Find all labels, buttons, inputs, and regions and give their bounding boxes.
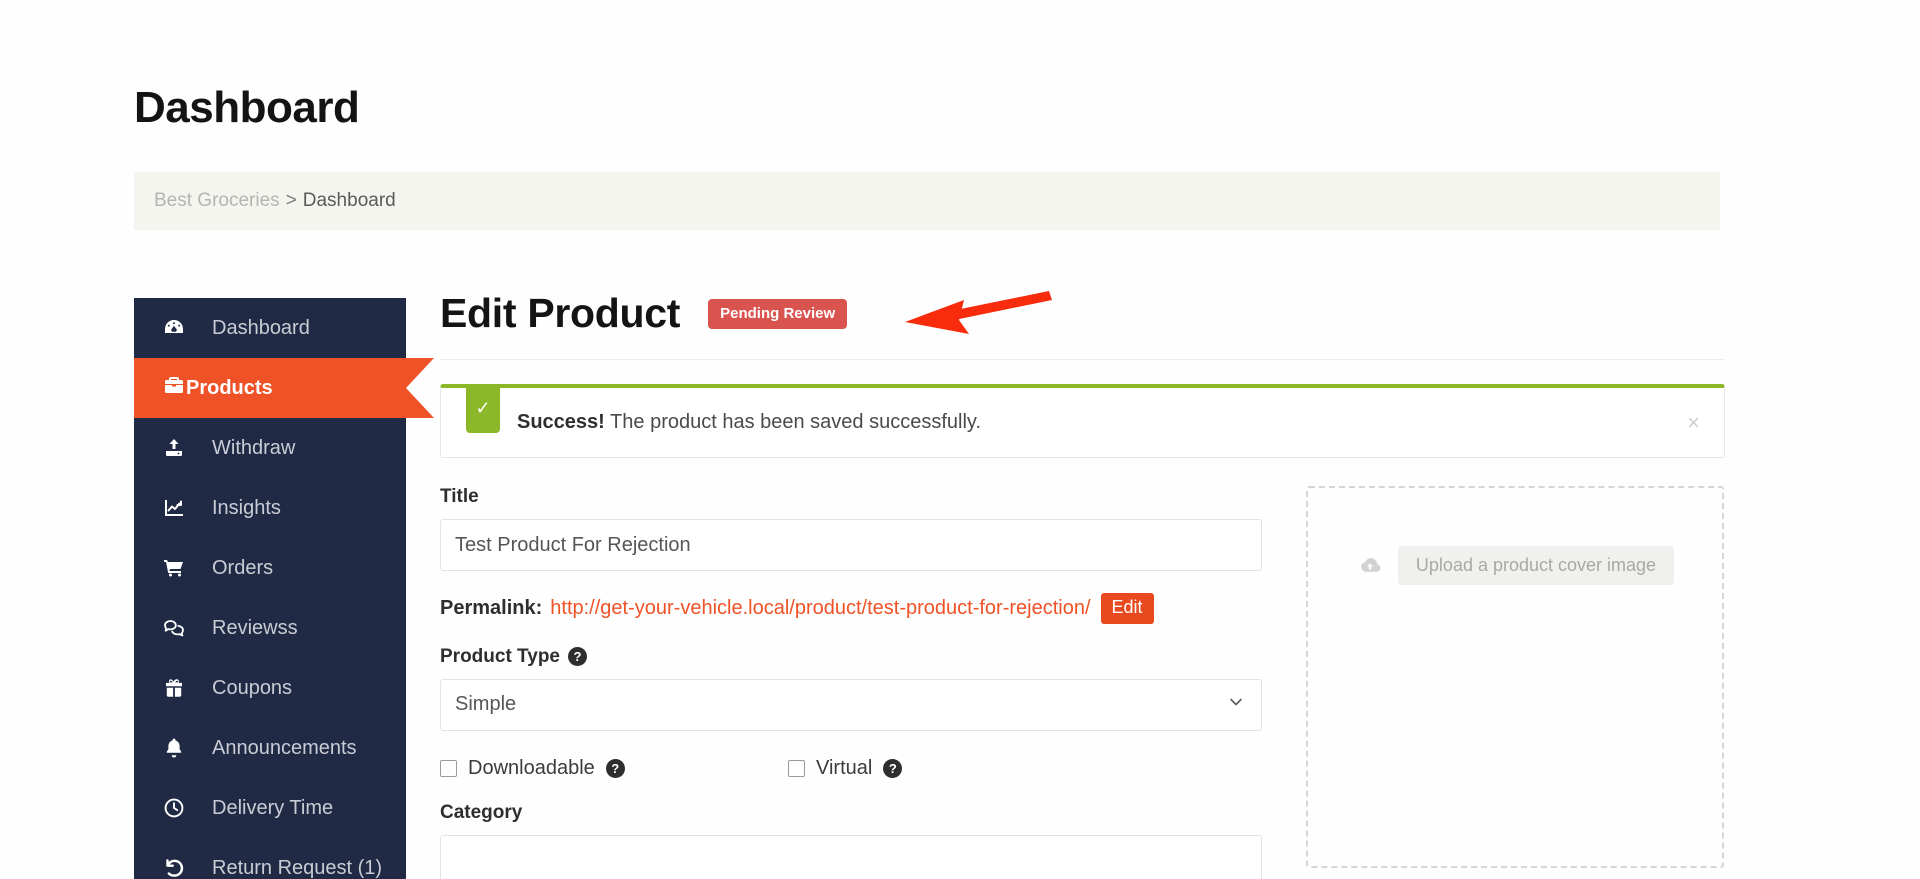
downloadable-label: Downloadable [468,756,595,779]
chart-line-icon [162,496,196,520]
briefcase-icon [162,373,186,403]
virtual-label: Virtual [816,756,873,779]
sidebar-item-coupons[interactable]: Coupons [134,658,406,718]
alert-bold-text: Success! [517,411,605,433]
permalink-url[interactable]: http://get-your-vehicle.local/product/te… [550,597,1090,620]
sidebar-item-withdraw[interactable]: Withdraw [134,418,406,478]
product-flags-row: Downloadable ? Virtual ? [440,757,1262,780]
form-right-column: Upload a product cover image [1306,486,1724,879]
sidebar-item-announcements[interactable]: Announcements [134,718,406,778]
upload-box-icon [162,436,196,460]
sidebar-item-label: Coupons [212,676,293,699]
gift-icon [162,676,196,700]
comments-icon [162,616,196,640]
cloud-upload-icon [1356,552,1384,580]
product-form: Title Test Product For Rejection Permali… [440,486,1725,879]
title-label-text: Title [440,486,479,507]
title-input[interactable]: Test Product For Rejection [440,519,1262,571]
sidebar-item-return-request[interactable]: Return Request (1) [134,838,406,879]
virtual-checkbox-group[interactable]: Virtual ? [788,756,903,780]
sidebar-item-label: Delivery Time [212,796,334,819]
breadcrumb-current: Dashboard [302,190,396,211]
help-icon[interactable]: ? [883,758,903,778]
sidebar-item-label: Announcements [212,736,357,759]
sidebar-item-label: Return Request (1) [212,856,383,879]
sidebar: Dashboard Products Withdraw Insights Ord… [134,298,434,879]
help-icon[interactable]: ? [568,647,587,667]
status-badge: Pending Review [708,298,848,329]
clock-icon [162,796,196,820]
upload-cover-image-button[interactable]: Upload a product cover image [1397,546,1675,585]
title-label: Title [440,486,1262,508]
edit-product-title: Edit Product [440,290,681,336]
category-label: Category [440,802,1262,824]
product-type-select[interactable]: Simple [440,678,1262,731]
breadcrumb: Best Groceries > Dashboard [134,172,1720,230]
sidebar-item-reviews[interactable]: Reviewss [134,598,406,658]
sidebar-item-label: Products [186,376,273,399]
sidebar-item-dashboard[interactable]: Dashboard [134,298,406,358]
breadcrumb-link-root[interactable]: Best Groceries [154,190,280,212]
alert-body-text: The product has been saved successfully. [610,411,981,433]
form-left-column: Title Test Product For Rejection Permali… [440,486,1262,879]
main-content: Edit Product Pending Review ✓ Success! T… [440,290,1725,879]
sidebar-item-insights[interactable]: Insights [134,478,406,538]
success-alert: ✓ Success! The product has been saved su… [440,384,1725,458]
app-page: Dashboard Best Groceries > Dashboard Das… [0,0,1920,879]
sidebar-item-label: Insights [212,496,281,519]
sidebar-item-label: Reviewss [212,616,298,639]
check-icon: ✓ [466,384,500,433]
product-type-value: Simple [455,693,517,716]
product-type-label-text: Product Type [440,645,560,667]
sidebar-item-orders[interactable]: Orders [134,538,406,598]
permalink-edit-button[interactable]: Edit [1100,593,1154,624]
virtual-checkbox[interactable] [788,759,805,777]
shopping-cart-icon [162,556,196,580]
category-field: Category [440,802,1262,879]
downloadable-checkbox[interactable] [440,759,457,777]
product-type-label: Product Type ? [440,646,1262,668]
sidebar-item-label: Dashboard [212,316,310,339]
sidebar-item-products[interactable]: Products [134,358,434,418]
product-type-field: Product Type ? Simple [440,646,1262,731]
page-title: Dashboard [134,83,360,132]
sidebar-item-label: Orders [212,556,274,579]
alert-message: Success! The product has been saved succ… [517,411,981,434]
sidebar-item-delivery-time[interactable]: Delivery Time [134,778,406,838]
speedometer-icon [162,316,196,340]
main-header: Edit Product Pending Review [440,290,1725,360]
downloadable-checkbox-group[interactable]: Downloadable ? [440,757,788,780]
undo-arrow-icon [162,856,196,879]
category-input[interactable] [440,834,1262,879]
help-icon[interactable]: ? [605,758,625,778]
chevron-down-icon [1227,693,1245,717]
cover-image-dropzone[interactable]: Upload a product cover image [1306,486,1724,868]
category-label-text: Category [440,801,523,823]
bell-icon [162,736,196,760]
permalink-label: Permalink: [440,596,543,619]
sidebar-item-label: Withdraw [212,436,296,459]
close-icon[interactable]: × [1687,411,1700,434]
permalink-row: Permalink: http://get-your-vehicle.local… [440,593,1262,624]
breadcrumb-separator: > [285,190,297,211]
